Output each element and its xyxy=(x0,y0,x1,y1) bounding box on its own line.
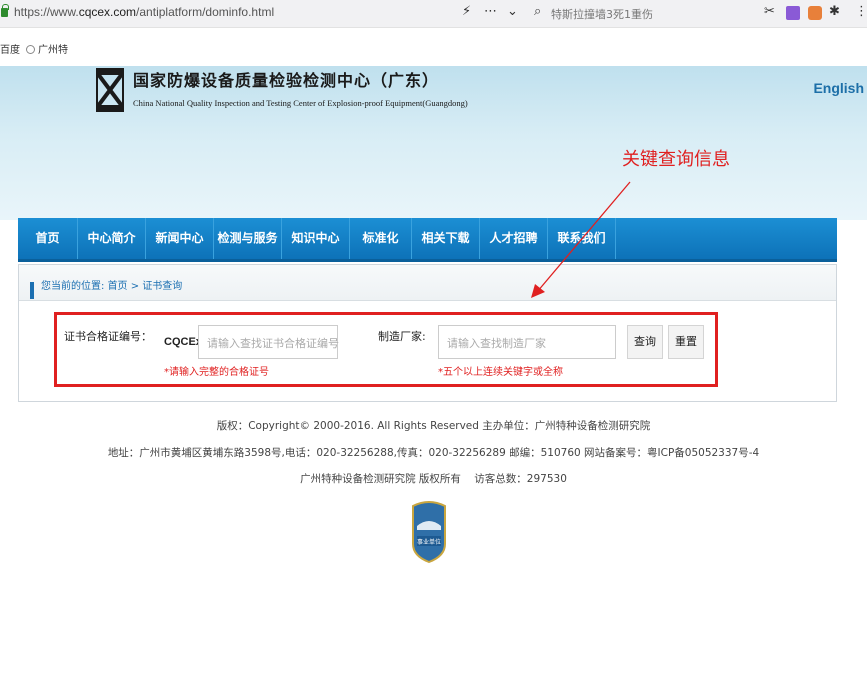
lock-icon xyxy=(1,4,9,17)
chevron-down-icon[interactable]: ⌄ xyxy=(507,4,518,19)
badge-text: 事业单位 xyxy=(417,538,441,546)
cert-number-hint: *请输入完整的合格证号 xyxy=(164,367,269,378)
scissors-icon[interactable]: ✂ xyxy=(764,4,775,19)
cert-prefix: CQCEx xyxy=(164,336,202,348)
cert-number-input[interactable]: 请输入查找证书合格证编号 xyxy=(198,325,339,359)
nav-knowledge[interactable]: 知识中心 xyxy=(282,218,350,259)
browser-address-bar: https://www.cqcex.com/antiplatform/domin… xyxy=(0,0,867,28)
breadcrumb-marker xyxy=(30,282,34,299)
bookmarks-bar: 百度 广州特​ xyxy=(0,28,867,66)
page: https://www.cqcex.com/antiplatform/domin… xyxy=(0,0,867,683)
breadcrumb-home-link[interactable]: 首页 xyxy=(108,281,128,292)
url-field[interactable]: https://www.cqcex.com/antiplatform/domin… xyxy=(14,5,274,19)
footer-stats: 广州特种设备检测研究院 版权所有 访客总数：297530 xyxy=(0,471,867,486)
more-icon[interactable]: ⋯ xyxy=(484,4,497,19)
footer-copyright: 版权：Copyright© 2000-2016. All Rights Rese… xyxy=(216,420,651,432)
footer-address: 地址：广州市黄埔区黄埔东路3598号,电话：020-32256288,传真：02… xyxy=(107,447,760,459)
nav-careers[interactable]: 人才招聘 xyxy=(480,218,548,259)
nav-home[interactable]: 首页 xyxy=(18,218,78,259)
annotation-label: 关键查询信息 xyxy=(622,149,730,170)
globe-icon xyxy=(26,45,35,54)
nav-services[interactable]: 检测与服务 xyxy=(214,218,282,259)
lightning-icon[interactable]: ⚡ xyxy=(462,4,471,19)
cert-number-label: 证书合格证编号： xyxy=(64,330,152,343)
center-logo-icon xyxy=(96,68,124,112)
main-nav: 首页 中心简介 新闻中心 检测与服务 知识中心 标准化 相关下载 人才招聘 联系… xyxy=(18,218,837,262)
reset-button[interactable]: 重置 xyxy=(668,325,704,359)
center-title-en: China National Quality Inspection and Te… xyxy=(133,98,468,108)
nav-about[interactable]: 中心简介 xyxy=(78,218,146,259)
manufacturer-input[interactable]: 请输入查找制造厂家 xyxy=(438,325,616,359)
nav-contact[interactable]: 联系我们 xyxy=(548,218,616,259)
footer-org: 广州特种设备检测研究院 版权所有 xyxy=(300,473,461,485)
breadcrumb-separator: > xyxy=(127,281,143,292)
manufacturer-hint: *五个以上连续关键字或全称 xyxy=(438,367,563,378)
breadcrumb-text: 您当前的位置: 首页 > 证书查询 xyxy=(41,277,182,292)
menu-icon[interactable]: ⋮ xyxy=(855,4,867,19)
nav-downloads[interactable]: 相关下载 xyxy=(412,218,480,259)
search-icon[interactable]: ⌕ xyxy=(534,4,541,19)
manufacturer-label: 制造厂家: xyxy=(378,330,426,343)
bookmark-guangzhou[interactable]: 广州特​ xyxy=(26,41,68,56)
puzzle-icon[interactable]: ✱ xyxy=(829,4,840,19)
extension-fox-icon[interactable] xyxy=(808,6,822,20)
breadcrumb-prefix: 您当前的位置: xyxy=(41,281,105,292)
query-form xyxy=(54,312,718,387)
breadcrumb: 您当前的位置: 首页 > 证书查询 xyxy=(19,265,836,301)
nav-news[interactable]: 新闻中心 xyxy=(146,218,214,259)
search-input[interactable]: 特斯拉撞墙3死1重伤 xyxy=(551,6,653,22)
breadcrumb-current: 证书查询 xyxy=(142,281,183,292)
search-button[interactable]: 查询 xyxy=(627,325,663,359)
institution-badge-icon[interactable]: 事业单位 xyxy=(411,500,447,564)
visitor-count: 访客总数：297530 xyxy=(474,473,567,485)
extension-icon[interactable] xyxy=(786,6,800,20)
nav-standards[interactable]: 标准化 xyxy=(350,218,412,259)
bookmark-baidu[interactable]: 百度 xyxy=(0,41,20,56)
english-link[interactable]: English xyxy=(813,80,864,96)
center-title-cn: 国家防爆设备质量检验检测中心（广东） xyxy=(133,71,440,90)
